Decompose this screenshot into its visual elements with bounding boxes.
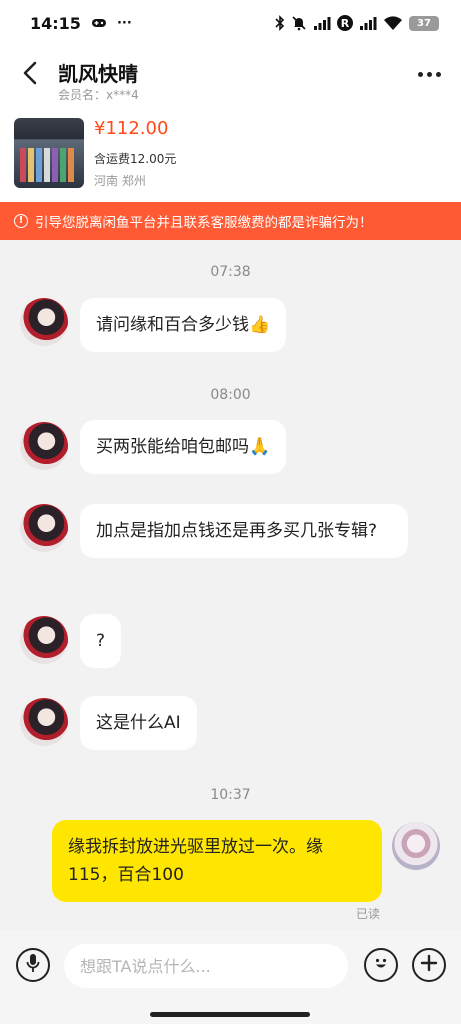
back-arrow-icon: [22, 61, 38, 89]
product-image-detail: [52, 148, 58, 182]
r-badge-icon: R: [337, 15, 353, 31]
fraud-warning-banner: ! 引导您脱离闲鱼平台并且联系客服缴费的都是诈骗行为！: [0, 202, 461, 240]
member-name: 会员名：x***4: [58, 88, 139, 102]
signal-icon: [313, 16, 331, 30]
status-more-dots: ···: [116, 15, 132, 31]
product-image-detail: [28, 148, 34, 182]
message-bubble: 买两张能给咱包邮吗🙏: [80, 420, 287, 474]
bluetooth-icon: [275, 15, 285, 31]
wifi-icon: [383, 15, 403, 31]
product-image-detail: [44, 148, 50, 182]
more-button[interactable]: [413, 62, 445, 86]
avatar[interactable]: [20, 698, 68, 746]
product-card[interactable]: ¥112.00 含运费12.00元 河南 郑州: [0, 106, 461, 202]
signal-icon-2: [359, 16, 377, 30]
product-price: ¥112.00: [94, 118, 169, 139]
page-title: 凯风快晴: [58, 62, 138, 86]
message-input[interactable]: [64, 944, 348, 988]
product-image-detail: [68, 148, 74, 182]
voice-button[interactable]: [16, 948, 50, 982]
plus-button[interactable]: [412, 948, 446, 982]
product-shipping: 含运费12.00元: [94, 152, 177, 166]
plus-icon: [420, 954, 438, 976]
product-image-detail: [36, 148, 42, 182]
message-bubble: ?: [80, 614, 122, 668]
avatar[interactable]: [20, 298, 68, 346]
my-avatar[interactable]: [392, 822, 440, 870]
microphone-icon: [26, 953, 40, 977]
product-image-detail: [20, 148, 26, 182]
product-location: 河南 郑州: [94, 174, 146, 188]
message-bubble: 请问缘和百合多少钱👍: [80, 298, 287, 352]
message-bubble: 加点是指加点钱还是再多买几张专辑?: [80, 504, 408, 558]
avatar[interactable]: [20, 504, 68, 552]
warning-text: 引导您脱离闲鱼平台并且联系客服缴费的都是诈骗行为！: [35, 215, 373, 231]
status-bar: 14:15 ··· R 37: [0, 0, 461, 46]
message-bubble: 这是什么AI: [80, 696, 197, 750]
more-icon-dot: [426, 71, 432, 77]
timestamp: 08:00: [210, 387, 251, 403]
back-button[interactable]: [16, 60, 44, 90]
home-indicator[interactable]: [150, 1012, 310, 1017]
chat-area[interactable]: 07:38 请问缘和百合多少钱👍 08:00 买两张能给咱包邮吗🙏 加点是指加点…: [0, 240, 461, 930]
avatar[interactable]: [20, 616, 68, 664]
emoji-icon: [371, 953, 391, 977]
more-icon: [417, 71, 423, 77]
emoji-button[interactable]: [364, 948, 398, 982]
warning-icon: !: [14, 214, 28, 228]
chat-header: 凯风快晴 会员名：x***4: [0, 46, 461, 106]
timestamp: 10:37: [210, 787, 251, 803]
status-time: 14:15: [30, 13, 81, 33]
product-image[interactable]: [14, 118, 84, 188]
more-icon-dot: [435, 71, 441, 77]
battery-icon: 37: [409, 15, 439, 31]
read-status: 已读: [356, 907, 381, 921]
game-controller-icon: [91, 17, 107, 29]
timestamp: 07:38: [210, 264, 251, 280]
input-bar: [0, 930, 461, 1024]
avatar[interactable]: [20, 422, 68, 470]
product-image-detail: [60, 148, 66, 182]
mute-icon: [291, 15, 307, 31]
my-message-bubble: 缘我拆封放进光驱里放过一次。缘115，百合100: [52, 820, 382, 902]
